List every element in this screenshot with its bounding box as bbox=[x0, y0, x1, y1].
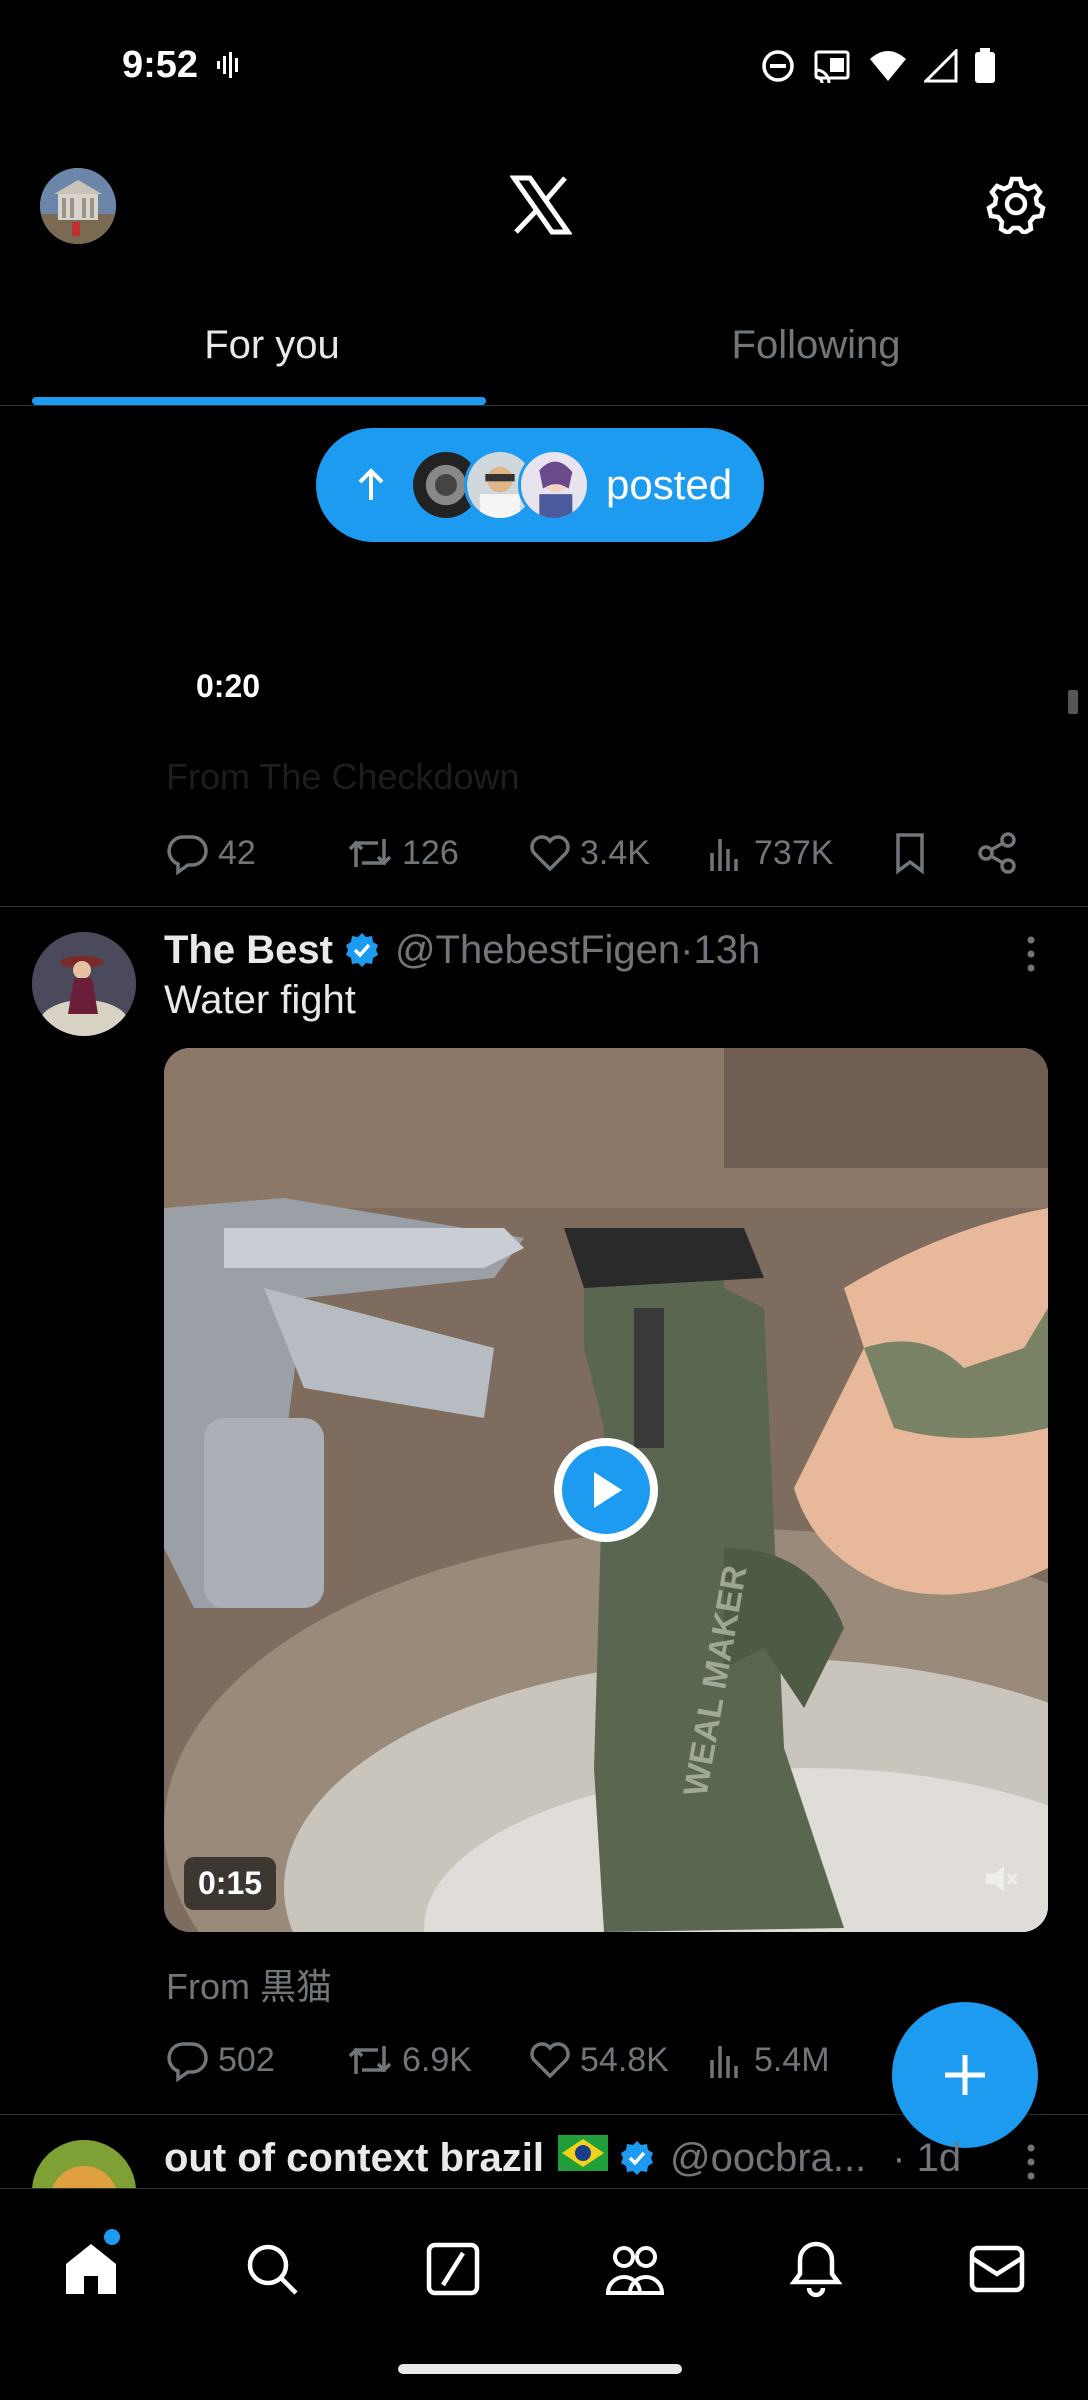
view-count: 5.4M bbox=[754, 2040, 830, 2079]
notification-dot bbox=[104, 2229, 120, 2245]
cell-signal-icon bbox=[924, 49, 958, 83]
tab-following[interactable]: Following bbox=[544, 290, 1088, 405]
play-button[interactable] bbox=[554, 1438, 658, 1542]
tab-label: For you bbox=[204, 323, 340, 367]
bookmark-button[interactable] bbox=[890, 831, 976, 875]
views-icon bbox=[710, 2046, 738, 2078]
nav-search[interactable] bbox=[181, 2229, 362, 2309]
views-button[interactable]: 5.4M bbox=[706, 2038, 890, 2082]
tweet-header: out of context brazil @oocbra... · 1d bbox=[164, 2130, 961, 2186]
repost-icon bbox=[348, 839, 392, 867]
gear-icon[interactable] bbox=[986, 174, 1046, 234]
grok-icon bbox=[427, 2242, 480, 2296]
reply-count: 502 bbox=[218, 2040, 275, 2079]
voice-activity-icon bbox=[217, 52, 238, 78]
verified-badge-icon bbox=[621, 2141, 653, 2175]
cast-icon bbox=[814, 50, 850, 83]
bottom-navigation bbox=[0, 2188, 1088, 2400]
gesture-home-bar[interactable] bbox=[398, 2364, 682, 2374]
author-name[interactable]: The Best bbox=[164, 928, 333, 973]
top-header bbox=[0, 130, 1088, 280]
view-count: 737K bbox=[754, 833, 834, 872]
notifications-icon bbox=[789, 2241, 843, 2298]
more-options-icon[interactable] bbox=[1024, 2142, 1038, 2182]
avatar bbox=[518, 449, 590, 521]
home-icon bbox=[65, 2244, 116, 2294]
repost-icon bbox=[348, 2046, 392, 2074]
reply-count: 42 bbox=[218, 833, 256, 872]
share-icon bbox=[978, 832, 1016, 874]
scrollbar-thumb[interactable] bbox=[1068, 690, 1078, 714]
battery-icon bbox=[975, 48, 995, 83]
bookmark-icon bbox=[896, 833, 924, 875]
nav-messages[interactable] bbox=[907, 2229, 1088, 2309]
nav-home[interactable] bbox=[0, 2229, 181, 2309]
share-button[interactable] bbox=[976, 831, 1028, 875]
status-icons bbox=[760, 48, 996, 84]
profile-avatar[interactable] bbox=[40, 168, 116, 244]
mute-icon[interactable] bbox=[982, 1860, 1020, 1898]
new-posts-pill[interactable]: posted bbox=[316, 428, 764, 542]
reply-icon bbox=[167, 835, 208, 875]
nav-notifications[interactable] bbox=[725, 2229, 906, 2309]
more-options-icon[interactable] bbox=[1024, 934, 1038, 974]
views-icon bbox=[710, 839, 738, 871]
brazil-flag-icon bbox=[558, 2135, 608, 2181]
author-name[interactable]: out of context brazil bbox=[164, 2136, 544, 2181]
pill-label: posted bbox=[606, 461, 733, 508]
like-count: 3.4K bbox=[580, 833, 650, 872]
status-bar: 9:52 bbox=[0, 0, 1088, 130]
author-handle[interactable]: @oocbra... bbox=[670, 2136, 866, 2181]
arrow-up-icon bbox=[358, 468, 384, 500]
compose-button[interactable] bbox=[892, 2002, 1038, 2148]
messages-icon bbox=[970, 2245, 1025, 2293]
nav-grok[interactable] bbox=[363, 2229, 544, 2309]
reply-icon bbox=[167, 2042, 208, 2082]
from-attribution[interactable]: From 黒猫 bbox=[166, 1958, 332, 2010]
feed-tabs: For you Following bbox=[0, 290, 1088, 406]
tweet-video[interactable]: WEAL MAKER 0:15 bbox=[164, 1048, 1048, 1932]
x-logo-icon[interactable] bbox=[510, 174, 572, 236]
author-handle[interactable]: @ThebestFigen bbox=[395, 928, 680, 973]
plus-icon bbox=[945, 2055, 985, 2095]
repost-button[interactable]: 6.9K bbox=[346, 2038, 528, 2082]
separator-dot: · bbox=[680, 927, 694, 972]
like-button[interactable]: 54.8K bbox=[528, 2038, 706, 2082]
reply-button[interactable]: 42 bbox=[166, 831, 346, 875]
verified-badge-icon bbox=[345, 933, 378, 967]
search-icon bbox=[247, 2244, 298, 2295]
status-time: 9:52 bbox=[122, 44, 199, 86]
wifi-icon bbox=[870, 51, 906, 81]
video-time: 0:15 bbox=[184, 1857, 277, 1910]
tweet-divider bbox=[0, 906, 1088, 907]
repost-count: 126 bbox=[402, 833, 459, 872]
heart-icon bbox=[530, 2042, 570, 2079]
heart-icon bbox=[530, 835, 570, 872]
from-attribution: From The Checkdown bbox=[166, 756, 520, 797]
play-icon bbox=[594, 1472, 622, 1508]
like-count: 54.8K bbox=[580, 2040, 669, 2079]
tweet-time: 13h bbox=[693, 927, 761, 972]
tweet-actions: 42 126 3.4K 737K bbox=[166, 823, 1036, 883]
tweet-header: The Best @ThebestFigen · 13h bbox=[164, 922, 760, 978]
tweet-text: Water fight bbox=[164, 978, 356, 1022]
views-button[interactable]: 737K bbox=[706, 831, 890, 875]
repost-button[interactable]: 126 bbox=[346, 831, 528, 875]
author-avatar[interactable] bbox=[32, 932, 136, 1036]
reply-button[interactable]: 502 bbox=[166, 2038, 346, 2082]
repost-count: 6.9K bbox=[402, 2040, 472, 2079]
tab-label: Following bbox=[731, 323, 901, 367]
communities-icon bbox=[605, 2246, 664, 2295]
like-button[interactable]: 3.4K bbox=[528, 831, 706, 875]
tab-for-you[interactable]: For you bbox=[0, 290, 544, 405]
nav-communities[interactable] bbox=[544, 2229, 725, 2309]
active-tab-indicator bbox=[32, 397, 486, 405]
video-time: 0:20 bbox=[196, 668, 261, 704]
tweet-time: · 1d bbox=[892, 2135, 962, 2180]
pill-avatars bbox=[410, 449, 590, 521]
do-not-disturb-icon bbox=[762, 50, 794, 82]
